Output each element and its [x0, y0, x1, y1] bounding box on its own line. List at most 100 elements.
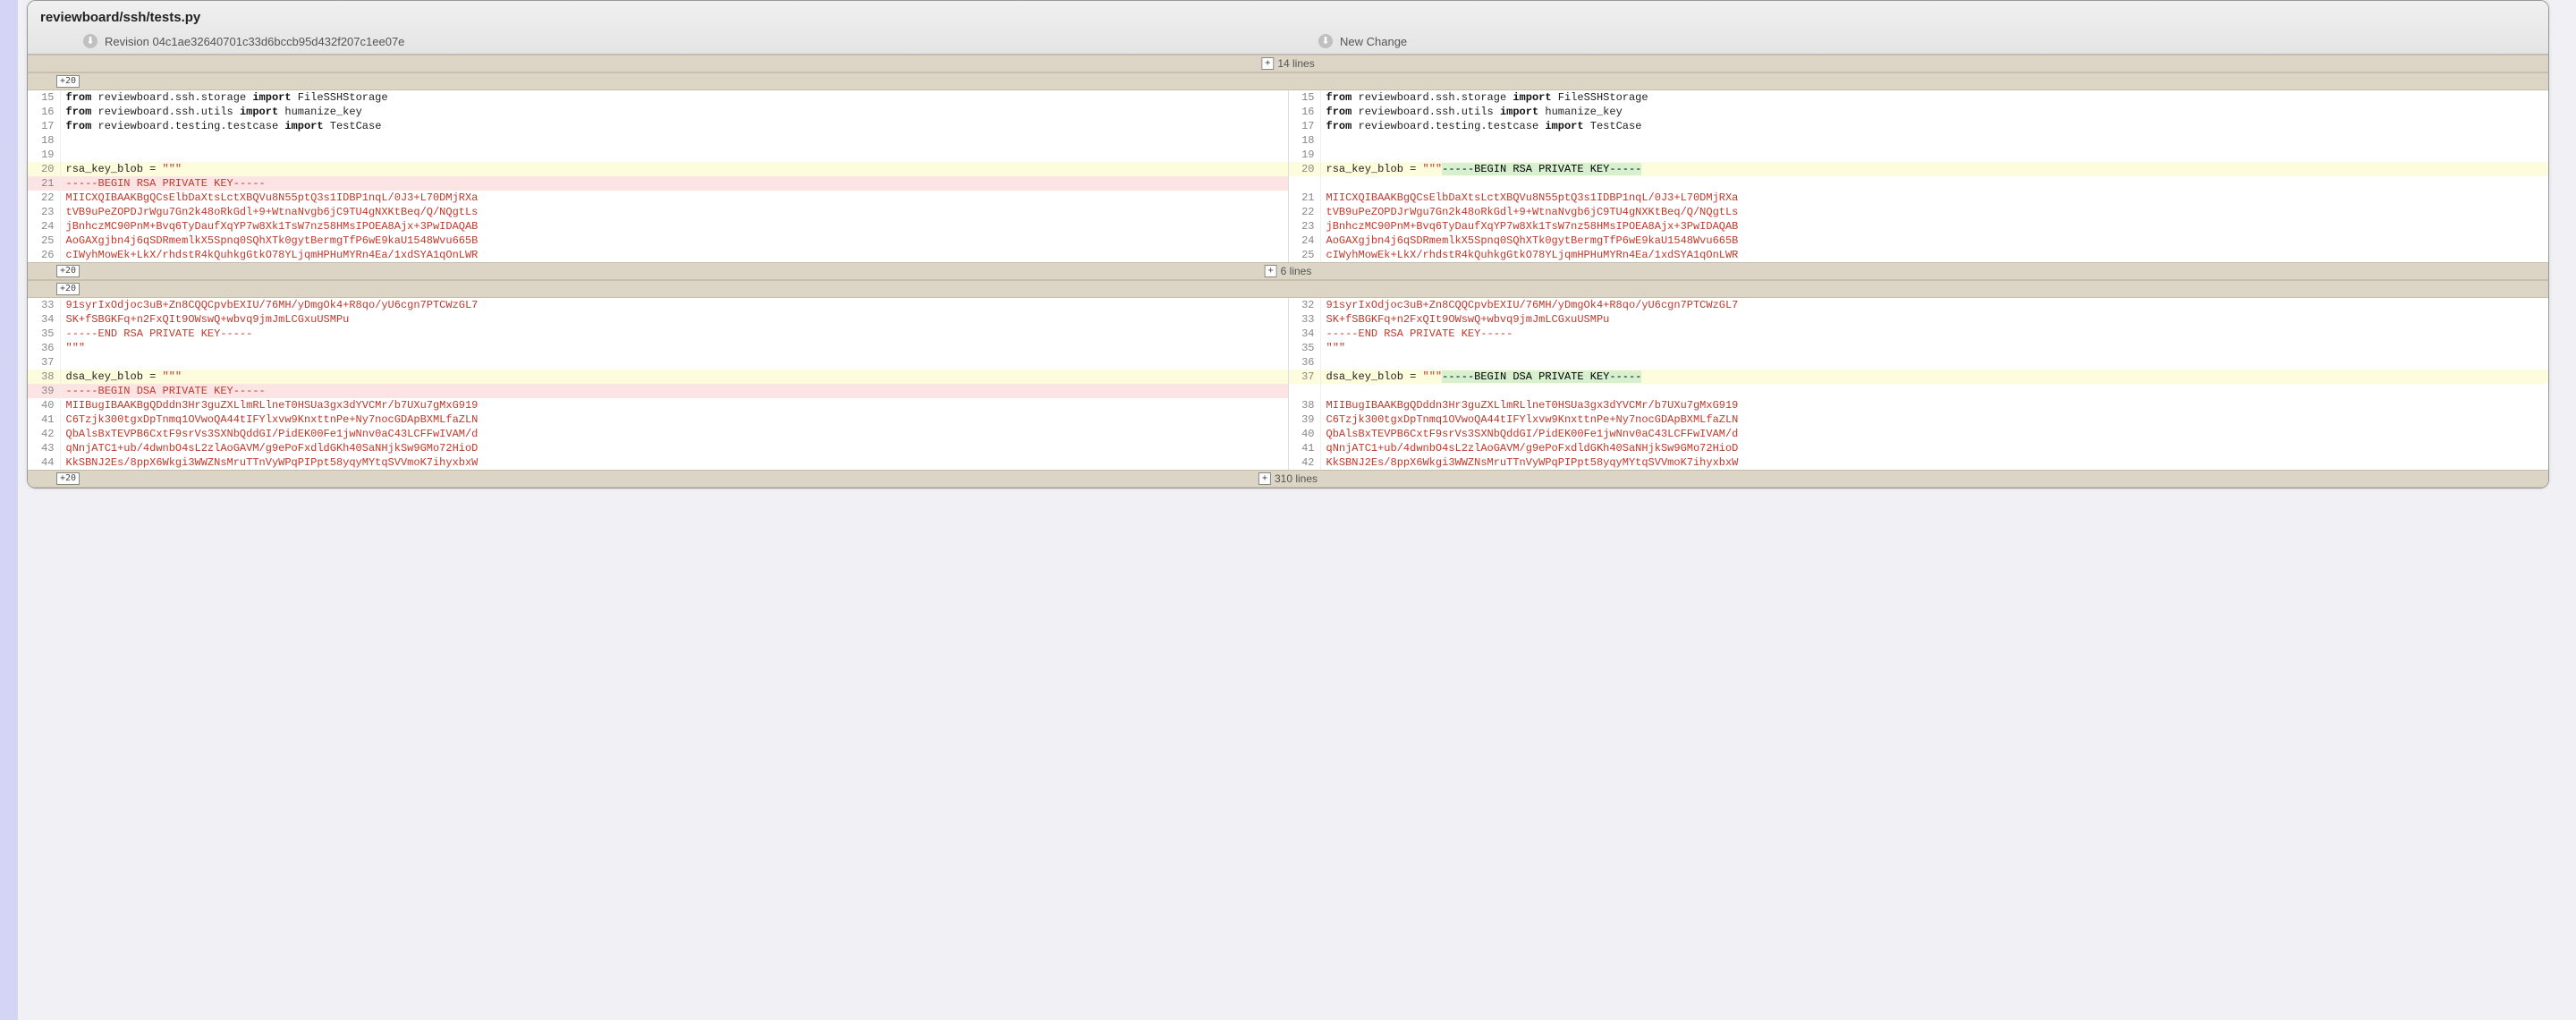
- code-right: [1320, 133, 2548, 148]
- code-right: jBnhczMC90PnM+Bvq6TyDaufXqYP7w8Xk1TsW7nz…: [1320, 219, 2548, 234]
- expand-bar: +20: [28, 280, 2548, 298]
- line-number-left: 40: [28, 398, 60, 412]
- diff-row[interactable]: 44KkSBNJ2Es/8ppX6Wkgi3WWZNsMruTTnVyWPqPI…: [28, 455, 2548, 470]
- file-path: reviewboard/ssh/tests.py: [28, 1, 2548, 29]
- code-left: dsa_key_blob = """: [60, 370, 1288, 384]
- line-number-left: 38: [28, 370, 60, 384]
- diff-file-container: reviewboard/ssh/tests.py ⬇ Revision 04c1…: [27, 0, 2549, 489]
- expand-chunk-button[interactable]: +20: [56, 75, 80, 88]
- diff-row[interactable]: 34 SK+fSBGKFq+n2FxQIt9OWswQ+wbvq9jmJmLCGx…: [28, 312, 2548, 327]
- code-right: from reviewboard.ssh.utils import humani…: [1320, 105, 2548, 119]
- collapsed-count: 310 lines: [1275, 472, 1318, 485]
- expand-button[interactable]: +: [1258, 472, 1271, 485]
- diff-row[interactable]: 16 from reviewboard.ssh.utils import huma…: [28, 105, 2548, 119]
- code-right: KkSBNJ2Es/8ppX6Wkgi3WWZNsMruTTnVyWPqPIPp…: [1320, 455, 2548, 470]
- code-right: SK+fSBGKFq+n2FxQIt9OWswQ+wbvq9jmJmLCGxuU…: [1320, 312, 2548, 327]
- diff-row[interactable]: 15from reviewboard.ssh.storage import Fi…: [28, 90, 2548, 105]
- diff-row[interactable]: 17from reviewboard.testing.testcase impo…: [28, 119, 2548, 133]
- code-left: 91syrIxOdjoc3uB+Zn8CQQCpvbEXIU/76MH/yDmg…: [60, 298, 1288, 312]
- left-revision: ⬇ Revision 04c1ae32640701c33d6bccb95d432…: [28, 34, 1288, 48]
- line-number-left: 24: [28, 219, 60, 234]
- code-right: MIIBugIBAAKBgQDddn3Hr3guZXLlmRLlneT0HSUa…: [1320, 398, 2548, 412]
- line-number-left: 37: [28, 355, 60, 370]
- code-left: AoGAXgjbn4j6qSDRmemlkX5Spnq0SQhXTk0gytBe…: [60, 234, 1288, 248]
- line-number-right: 33: [1288, 312, 1320, 327]
- diff-row[interactable]: 25AoGAXgjbn4j6qSDRmemlkX5Spnq0SQhXTk0gyt…: [28, 234, 2548, 248]
- collapsed-count: 14 lines: [1277, 57, 1314, 70]
- line-number-left: 26: [28, 248, 60, 262]
- line-number-right: 34: [1288, 327, 1320, 341]
- line-number-left: 42: [28, 427, 60, 441]
- expand-chunk-button[interactable]: +20: [56, 283, 80, 295]
- diff-row[interactable]: 38dsa_key_blob = """37dsa_key_blob = """…: [28, 370, 2548, 384]
- line-number-left: 19: [28, 148, 60, 162]
- code-left: C6Tzjk300tgxDpTnmq1OVwoQA44tIFYlxvw9Knxt…: [60, 412, 1288, 427]
- line-number-right: 21: [1288, 191, 1320, 205]
- expand-bar: +20: [28, 72, 2548, 90]
- download-icon[interactable]: ⬇: [1318, 34, 1333, 48]
- diff-row[interactable]: 20rsa_key_blob = """20rsa_key_blob = """…: [28, 162, 2548, 176]
- expand-chunk-button[interactable]: +20: [56, 265, 80, 277]
- line-number-left: 39: [28, 384, 60, 398]
- line-number-left: 16: [28, 105, 60, 119]
- expand-chunk-button[interactable]: +20: [56, 472, 80, 485]
- line-number-right: 24: [1288, 234, 1320, 248]
- line-number-left: 43: [28, 441, 60, 455]
- line-number-right: 32: [1288, 298, 1320, 312]
- code-left: MIIBugIBAAKBgQDddn3Hr3guZXLlmRLlneT0HSUa…: [60, 398, 1288, 412]
- left-margin-stripe: [0, 0, 18, 1020]
- code-right: tVB9uPeZOPDJrWgu7Gn2k48oRkGdl+9+WtnaNvgb…: [1320, 205, 2548, 219]
- line-number-right: 23: [1288, 219, 1320, 234]
- line-number-right: 19: [1288, 148, 1320, 162]
- diff-row[interactable]: 41C6Tzjk300tgxDpTnmq1OVwoQA44tIFYlxvw9Kn…: [28, 412, 2548, 427]
- diff-row[interactable]: 22MIICXQIBAAKBgQCsElbDaXtsLctXBQVu8N55pt…: [28, 191, 2548, 205]
- code-right: -----END RSA PRIVATE KEY-----: [1320, 327, 2548, 341]
- diff-row[interactable]: 24 jBnhczMC90PnM+Bvq6TyDaufXqYP7w8Xk1TsW7…: [28, 219, 2548, 234]
- code-left: [60, 355, 1288, 370]
- diff-row[interactable]: 40MIIBugIBAAKBgQDddn3Hr3guZXLlmRLlneT0HS…: [28, 398, 2548, 412]
- diff-row[interactable]: 42QbAlsBxTEVPB6CxtF9srVs3SXNbQddGI/PidEK…: [28, 427, 2548, 441]
- code-left: from reviewboard.ssh.storage import File…: [60, 90, 1288, 105]
- code-right: C6Tzjk300tgxDpTnmq1OVwoQA44tIFYlxvw9Knxt…: [1320, 412, 2548, 427]
- download-icon[interactable]: ⬇: [83, 34, 97, 48]
- code-left: from reviewboard.testing.testcase import…: [60, 119, 1288, 133]
- code-left: rsa_key_blob = """: [60, 162, 1288, 176]
- right-revision-label: New Change: [1340, 35, 1407, 48]
- diff-row[interactable]: 21-----BEGIN RSA PRIVATE KEY-----: [28, 176, 2548, 191]
- line-number-left: 41: [28, 412, 60, 427]
- diff-table: 3391syrIxOdjoc3uB+Zn8CQQCpvbEXIU/76MH/yD…: [28, 298, 2548, 470]
- code-right: AoGAXgjbn4j6qSDRmemlkX5Spnq0SQhXTk0gytBe…: [1320, 234, 2548, 248]
- diff-row[interactable]: 39-----BEGIN DSA PRIVATE KEY-----: [28, 384, 2548, 398]
- line-number-left: 34: [28, 312, 60, 327]
- diff-row[interactable]: 23 tVB9uPeZOPDJrWgu7Gn2k48oRkGdl+9+WtnaNv…: [28, 205, 2548, 219]
- diff-row[interactable]: 43 qNnjATC1+ub/4dwnbO4sL2zlAoGAVM/g9ePoFx…: [28, 441, 2548, 455]
- line-number-right: 41: [1288, 441, 1320, 455]
- diff-row[interactable]: 1818: [28, 133, 2548, 148]
- line-number-left: 35: [28, 327, 60, 341]
- diff-row[interactable]: 1919: [28, 148, 2548, 162]
- line-number-right: 40: [1288, 427, 1320, 441]
- code-right: [1320, 384, 2548, 398]
- left-revision-label: Revision 04c1ae32640701c33d6bccb95d432f2…: [105, 35, 404, 48]
- line-number-left: 17: [28, 119, 60, 133]
- diff-row[interactable]: 3736: [28, 355, 2548, 370]
- code-right: [1320, 176, 2548, 191]
- line-number-right: [1288, 176, 1320, 191]
- revision-row: ⬇ Revision 04c1ae32640701c33d6bccb95d432…: [28, 29, 2548, 54]
- line-number-right: 25: [1288, 248, 1320, 262]
- file-header: reviewboard/ssh/tests.py ⬇ Revision 04c1…: [28, 1, 2548, 55]
- line-number-right: 20: [1288, 162, 1320, 176]
- line-number-right: 15: [1288, 90, 1320, 105]
- line-number-left: 23: [28, 205, 60, 219]
- code-right: from reviewboard.ssh.storage import File…: [1320, 90, 2548, 105]
- expand-button[interactable]: +: [1261, 57, 1274, 70]
- diff-row[interactable]: 3391syrIxOdjoc3uB+Zn8CQQCpvbEXIU/76MH/yD…: [28, 298, 2548, 312]
- code-right: qNnjATC1+ub/4dwnbO4sL2zlAoGAVM/g9ePoFxdl…: [1320, 441, 2548, 455]
- expand-button[interactable]: +: [1265, 265, 1277, 277]
- line-number-right: 38: [1288, 398, 1320, 412]
- line-number-right: 42: [1288, 455, 1320, 470]
- diff-row[interactable]: 26cIWyhMowEk+LkX/rhdstR4kQuhkgGtkO78YLjq…: [28, 248, 2548, 262]
- diff-row[interactable]: 35-----END RSA PRIVATE KEY-----34-----EN…: [28, 327, 2548, 341]
- code-right: from reviewboard.testing.testcase import…: [1320, 119, 2548, 133]
- diff-row[interactable]: 36"""35""": [28, 341, 2548, 355]
